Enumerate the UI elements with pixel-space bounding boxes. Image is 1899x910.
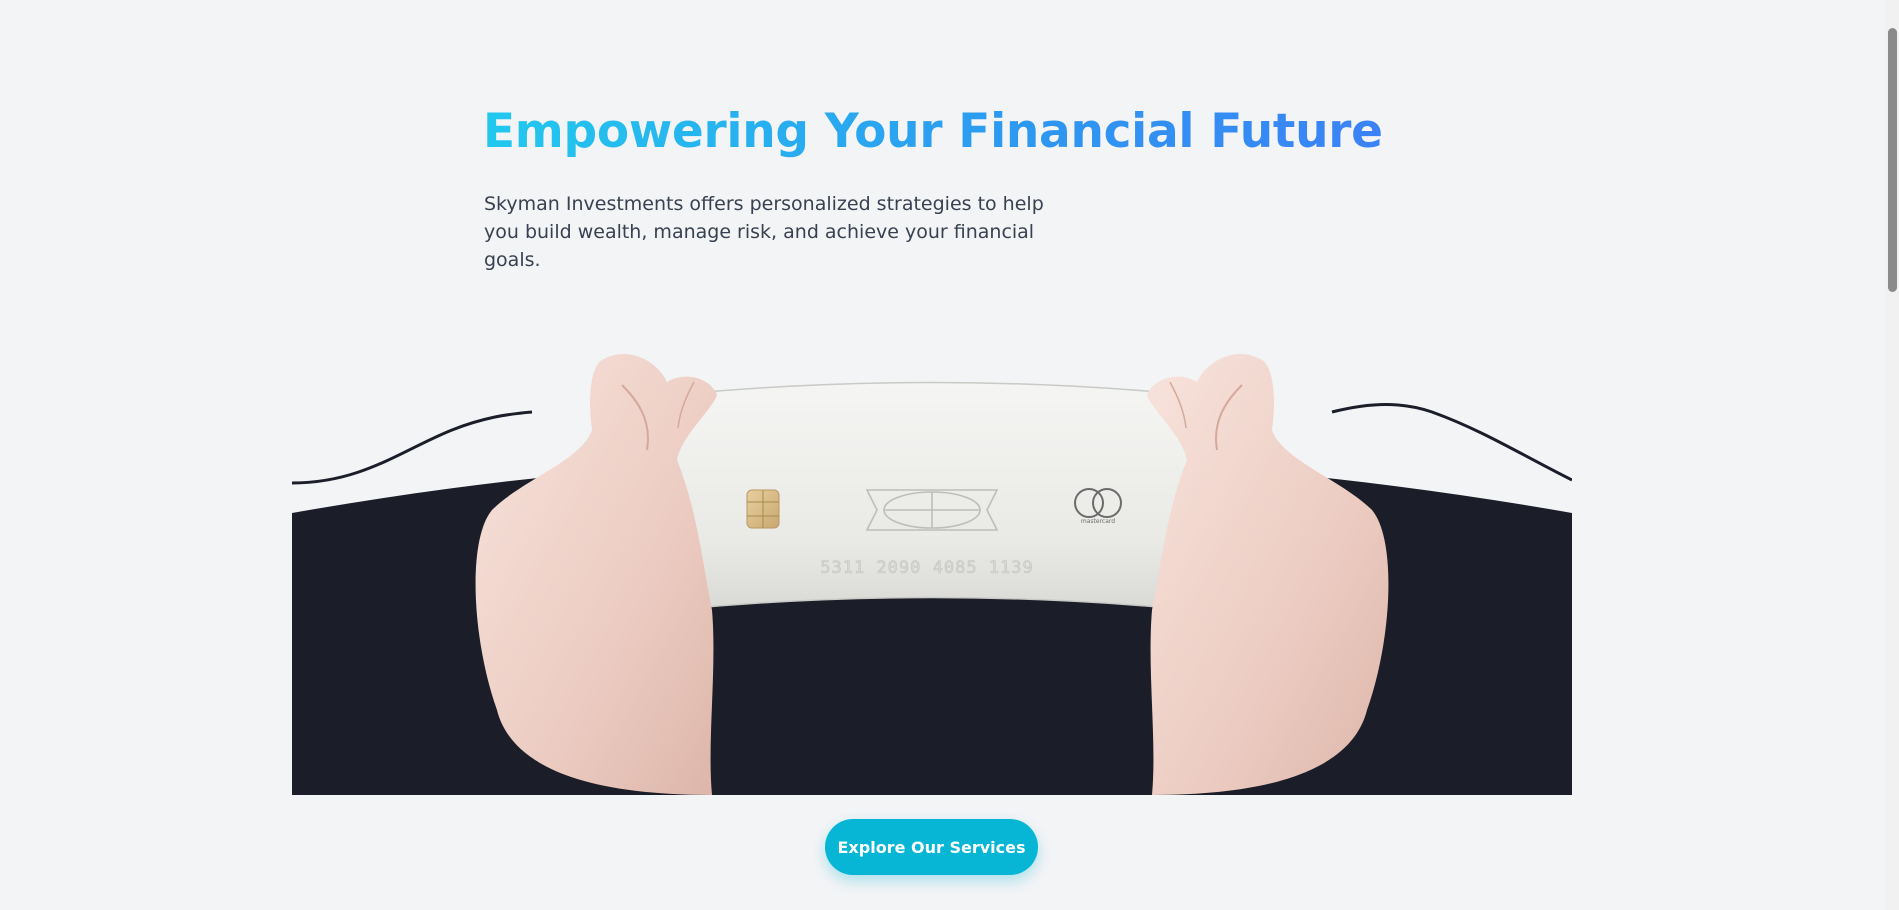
left-hand bbox=[475, 353, 717, 795]
card-chip-icon bbox=[746, 489, 780, 529]
page: Empowering Your Financial Future Skyman … bbox=[0, 0, 1899, 910]
hero-title: Empowering Your Financial Future bbox=[483, 104, 1383, 159]
card-network-label: mastercard bbox=[1081, 518, 1115, 525]
scrollbar-thumb[interactable] bbox=[1888, 28, 1897, 292]
hero-image: mastercard 5311 2090 4085 1139 bbox=[292, 340, 1572, 795]
scrollbar-track[interactable] bbox=[1885, 0, 1899, 910]
hero-subtitle: Skyman Investments offers personalized s… bbox=[484, 193, 1044, 271]
card-number: 5311 2090 4085 1139 bbox=[820, 558, 1033, 578]
explore-services-button[interactable]: Explore Our Services bbox=[825, 819, 1038, 875]
wave-line-left bbox=[292, 410, 533, 485]
right-hand bbox=[1147, 353, 1389, 795]
wave-line-right bbox=[1331, 403, 1572, 482]
